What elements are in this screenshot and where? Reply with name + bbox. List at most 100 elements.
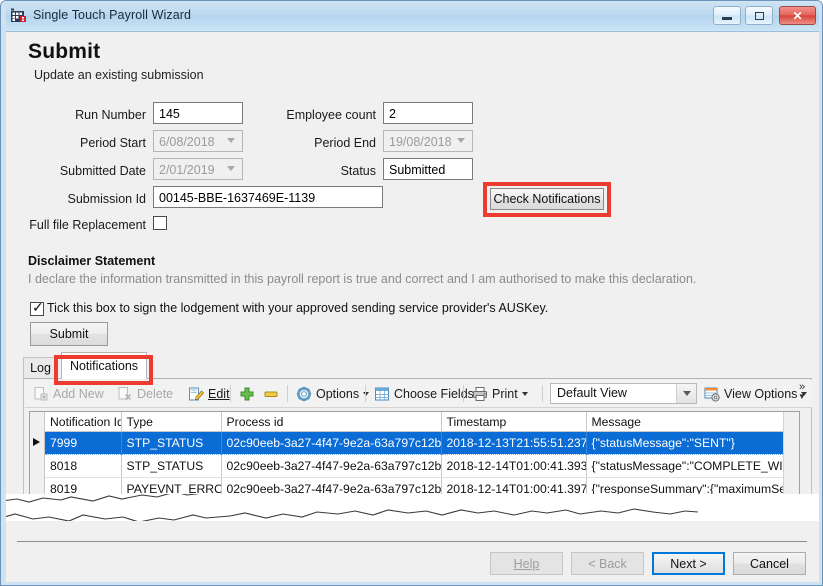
submit-button[interactable]: Submit <box>30 322 108 346</box>
check-icon: ✓ <box>32 299 44 315</box>
submission-id-input[interactable]: 00145-BBE-1637469E-1139 <box>153 186 383 208</box>
view-options-icon <box>704 386 720 402</box>
screenshot-tear-separator <box>1 494 822 528</box>
edit-label: Edit <box>208 386 230 401</box>
full-file-replacement-label: Full file Replacement <box>29 218 146 232</box>
submitted-date-input[interactable]: 2/01/2019 <box>153 158 243 180</box>
cell-notification-id[interactable]: 7999 <box>45 431 122 455</box>
toolbar-overflow-button[interactable]: » ▼ <box>795 382 809 404</box>
delete-label: Delete <box>137 386 174 401</box>
application-window: Single Touch Payroll Wizard ✕ Submit Upd… <box>0 0 823 586</box>
cancel-button[interactable]: Cancel <box>733 552 806 575</box>
plus-icon <box>239 386 255 402</box>
sign-lodgement-checkbox[interactable]: ✓ <box>30 299 44 316</box>
chevron-down-icon[interactable] <box>227 166 236 172</box>
period-start-value: 6/08/2018 <box>159 135 215 149</box>
submitted-date-label: Submitted Date <box>59 164 146 178</box>
tab-log[interactable]: Log <box>23 357 58 378</box>
cell-process-id[interactable]: 02c90eeb-3a27-4f47-9e2a-63a797c12b7f <box>221 431 442 455</box>
edit-icon <box>188 386 204 402</box>
full-file-replacement-checkbox[interactable] <box>153 216 167 230</box>
status-label: Status <box>340 164 376 178</box>
toolbar-separator <box>287 385 288 402</box>
run-number-input[interactable]: 145 <box>153 102 243 124</box>
table-row[interactable]: 8018 STP_STATUS 02c90eeb-3a27-4f47-9e2a-… <box>45 454 799 478</box>
printer-icon <box>472 386 488 402</box>
window-bottom-edge <box>1 582 822 585</box>
chevron-down-icon: ▼ <box>798 392 806 401</box>
cell-message[interactable]: {"statusMessage":"SENT"} <box>586 431 799 455</box>
choose-fields-label: Choose Fields <box>394 386 474 401</box>
minimize-icon <box>714 7 740 24</box>
cell-notification-id[interactable]: 8018 <box>45 454 122 478</box>
options-button[interactable]: Options <box>296 383 370 404</box>
title-bar: Single Touch Payroll Wizard ✕ <box>1 1 822 32</box>
table-row[interactable]: 7999 STP_STATUS 02c90eeb-3a27-4f47-9e2a-… <box>45 431 799 455</box>
period-end-value: 19/08/2018 <box>389 135 452 149</box>
back-button[interactable]: < Back <box>571 552 644 575</box>
view-select[interactable]: Default View <box>550 383 697 404</box>
cell-timestamp[interactable]: 2018-12-14T01:00:41.393Z <box>441 454 587 478</box>
toolbar-separator <box>230 385 231 402</box>
delete-icon <box>117 386 133 402</box>
chevron-down-icon[interactable] <box>676 384 696 403</box>
close-button[interactable]: ✕ <box>779 6 816 25</box>
chevron-down-icon <box>363 391 370 396</box>
chevron-down-icon[interactable] <box>457 138 466 144</box>
remove-row-button[interactable] <box>263 383 283 404</box>
notifications-table: Notification Id Type Process id Timestam… <box>45 412 799 501</box>
column-header-message[interactable]: Message <box>586 412 799 432</box>
disclaimer-body: I declare the information transmitted in… <box>28 272 697 286</box>
next-button[interactable]: Next > <box>652 552 725 575</box>
column-header-timestamp[interactable]: Timestamp <box>441 412 587 432</box>
add-new-button[interactable]: Add New <box>33 383 104 404</box>
chevron-down-icon[interactable] <box>227 138 236 144</box>
maximize-icon <box>746 7 772 24</box>
toolbar-separator <box>463 385 464 402</box>
print-label: Print <box>492 386 518 401</box>
window-title: Single Touch Payroll Wizard <box>33 8 192 22</box>
delete-button[interactable]: Delete <box>117 383 173 404</box>
help-button[interactable]: Help <box>490 552 563 575</box>
column-header-type[interactable]: Type <box>121 412 222 432</box>
choose-fields-icon <box>374 386 390 402</box>
disclaimer-title: Disclaimer Statement <box>28 254 156 268</box>
minus-icon <box>263 386 279 402</box>
choose-fields-button[interactable]: Choose Fields <box>374 383 474 404</box>
current-row-indicator-icon <box>33 438 40 446</box>
check-notifications-button[interactable]: Check Notifications <box>490 188 604 210</box>
wizard-content: Submit Update an existing submission Run… <box>6 32 819 528</box>
table-header-row: Notification Id Type Process id Timestam… <box>45 412 799 432</box>
maximize-button[interactable] <box>745 6 773 25</box>
cell-type[interactable]: STP_STATUS <box>121 431 222 455</box>
help-label: Help <box>513 556 540 571</box>
period-end-input[interactable]: 19/08/2018 <box>383 130 473 152</box>
payroll-app-icon <box>10 8 27 25</box>
grid-toolbar: Add New Delete Edit Options Choose Field… <box>25 380 812 408</box>
column-header-notification-id[interactable]: Notification Id <box>45 412 122 432</box>
status-input[interactable]: Submitted <box>383 158 473 180</box>
edit-button[interactable]: Edit <box>188 383 230 404</box>
page-subtitle: Update an existing submission <box>34 68 204 82</box>
add-row-button[interactable] <box>239 383 259 404</box>
cell-timestamp[interactable]: 2018-12-13T21:55:51.237Z <box>441 431 587 455</box>
view-options-button[interactable]: View Options <box>704 383 808 404</box>
cell-process-id[interactable]: 02c90eeb-3a27-4f47-9e2a-63a797c12b7f <box>221 454 442 478</box>
toolbar-separator <box>365 385 366 402</box>
close-icon: ✕ <box>792 8 803 23</box>
column-header-process-id[interactable]: Process id <box>221 412 442 432</box>
minimize-button[interactable] <box>713 6 741 25</box>
employee-count-input[interactable]: 2 <box>383 102 473 124</box>
page-title: Submit <box>28 40 101 63</box>
add-new-icon <box>33 386 49 402</box>
tab-notifications[interactable]: Notifications <box>61 352 147 379</box>
footer-divider <box>17 541 807 542</box>
print-button[interactable]: Print <box>472 383 528 404</box>
cell-type[interactable]: STP_STATUS <box>121 454 222 478</box>
options-label: Options <box>316 386 360 401</box>
submitted-date-value: 2/01/2019 <box>159 163 215 177</box>
period-start-input[interactable]: 6/08/2018 <box>153 130 243 152</box>
cell-message[interactable]: {"statusMessage":"COMPLETE_WITH_ERRORS"} <box>586 454 799 478</box>
period-start-label: Period Start <box>79 136 146 150</box>
gear-icon <box>296 386 312 402</box>
